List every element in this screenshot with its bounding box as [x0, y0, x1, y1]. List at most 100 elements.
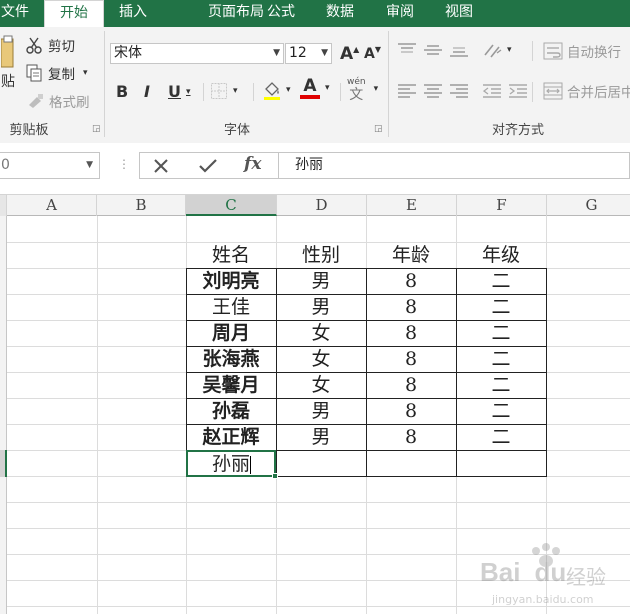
ribbon: 贴 剪切 复制 ▾ 格式刷 剪贴板 ◲ 宋体 ▼ 12 ▼ A ▲ A ▼ B … [0, 27, 630, 144]
tab-home[interactable]: 开始 [44, 0, 104, 27]
format-painter-button[interactable]: 格式刷 [27, 91, 90, 111]
fill-handle[interactable] [272, 473, 278, 479]
baidu-watermark: Bai du 经验 jingyan.baidu.com [478, 543, 628, 611]
tab-insert[interactable]: 插入 [108, 0, 158, 27]
table-cell-age[interactable]: 8 [366, 373, 456, 398]
row-header-selected[interactable] [0, 450, 7, 477]
name-box[interactable]: 0 ▼ [0, 152, 100, 179]
table-cell-grade[interactable]: 二 [456, 347, 546, 372]
copy-icon [26, 64, 42, 82]
tab-review[interactable]: 审阅 [375, 0, 425, 27]
italic-button[interactable]: I [144, 82, 150, 101]
table-cell-age[interactable]: 8 [366, 295, 456, 320]
font-name-select[interactable]: 宋体 ▼ [110, 43, 284, 64]
table-cell-grade[interactable]: 二 [456, 269, 546, 294]
column-header-f[interactable]: F [457, 195, 547, 216]
underline-button[interactable]: U ▾ [168, 82, 191, 101]
tab-view[interactable]: 视图 [434, 0, 484, 27]
shrink-font-button[interactable]: A ▼ [364, 45, 381, 63]
table-cell-grade[interactable]: 二 [456, 373, 546, 398]
paste-button[interactable]: 贴 [0, 35, 18, 101]
column-header-b[interactable]: B [97, 195, 186, 216]
copy-dropdown-icon[interactable]: ▾ [83, 68, 88, 78]
align-bottom-button[interactable] [450, 43, 468, 57]
column-header-g[interactable]: G [547, 195, 630, 216]
table-cell-grade[interactable]: 二 [456, 321, 546, 346]
cancel-icon[interactable] [153, 158, 169, 174]
table-cell-name[interactable]: 周月 [186, 321, 276, 346]
select-all-corner[interactable] [0, 195, 7, 216]
name-box-dropdown-icon[interactable]: ▼ [86, 153, 93, 178]
row-headers[interactable] [0, 216, 7, 614]
table-cell-name[interactable]: 王佳 [186, 295, 276, 320]
wrap-text-button[interactable]: 自动换行 [543, 41, 621, 61]
cut-label: 剪切 [48, 39, 75, 55]
wrap-text-icon [543, 42, 563, 60]
group-divider [532, 41, 533, 61]
grow-font-button[interactable]: A ▲ [340, 44, 359, 64]
column-header-e[interactable]: E [367, 195, 457, 216]
table-header-grade[interactable]: 年级 [456, 243, 546, 268]
copy-label: 复制 [48, 67, 75, 83]
font-color-button[interactable]: A ▾ [300, 77, 330, 99]
table-cell-gender[interactable]: 男 [276, 269, 366, 294]
tab-data[interactable]: 数据 [315, 0, 365, 27]
align-right-button[interactable] [450, 84, 468, 98]
align-middle-button[interactable] [424, 43, 442, 57]
phonetic-guide-button[interactable]: wén 文 ▾ [347, 77, 378, 102]
enter-check-icon[interactable] [198, 158, 218, 174]
decrease-indent-button[interactable] [483, 84, 501, 98]
table-cell-name[interactable]: 孙磊 [186, 399, 276, 424]
column-header-d[interactable]: D [277, 195, 367, 216]
column-header-c[interactable]: C [186, 195, 277, 216]
table-header-name[interactable]: 姓名 [186, 243, 276, 268]
fill-color-button[interactable]: ▾ [262, 80, 291, 100]
table-header-age[interactable]: 年龄 [366, 243, 456, 268]
table-cell-name[interactable]: 张海燕 [186, 347, 276, 372]
table-cell-age[interactable]: 8 [366, 399, 456, 424]
column-header-a[interactable]: A [7, 195, 97, 216]
tab-file[interactable]: 文件 [0, 0, 36, 27]
table-cell-gender[interactable]: 男 [276, 425, 366, 450]
table-cell-grade[interactable]: 二 [456, 399, 546, 424]
table-cell-name[interactable]: 赵正辉 [186, 425, 276, 450]
orientation-button[interactable]: ▾ [483, 41, 512, 59]
table-cell-gender[interactable]: 女 [276, 373, 366, 398]
bold-button[interactable]: B [116, 82, 128, 101]
formula-input[interactable]: 孙丽 [279, 152, 630, 179]
table-cell-gender[interactable]: 女 [276, 347, 366, 372]
table-cell-age[interactable]: 8 [366, 425, 456, 450]
clipboard-icon [1, 35, 14, 68]
insert-function-button[interactable]: fx [244, 154, 261, 174]
clipboard-launcher-icon[interactable]: ◲ [92, 125, 101, 134]
table-cell-name[interactable]: 吴馨月 [186, 373, 276, 398]
align-top-button[interactable] [398, 43, 416, 57]
table-cell-age[interactable]: 8 [366, 269, 456, 294]
table-cell-age[interactable]: 8 [366, 347, 456, 372]
watermark-brand-part2: du [534, 557, 567, 587]
column-headers: A B C D E F G [0, 194, 630, 216]
table-cell-age[interactable]: 8 [366, 321, 456, 346]
font-size-select[interactable]: 12 ▼ [285, 43, 332, 64]
font-launcher-icon[interactable]: ◲ [374, 125, 383, 134]
tab-formulas[interactable]: 公式 [256, 0, 306, 27]
table-header-gender[interactable]: 性别 [276, 243, 366, 268]
increase-indent-icon [509, 84, 527, 98]
table-cell-grade[interactable]: 二 [456, 425, 546, 450]
align-left-button[interactable] [398, 84, 416, 98]
active-cell-selection[interactable] [186, 450, 276, 477]
table-cell-gender[interactable]: 男 [276, 399, 366, 424]
shrink-font-glyph: A [364, 46, 375, 62]
table-cell-name[interactable]: 刘明亮 [186, 269, 276, 294]
increase-indent-button[interactable] [509, 84, 527, 98]
table-cell-gender[interactable]: 女 [276, 321, 366, 346]
grow-font-caret-icon: ▲ [353, 44, 360, 54]
merge-center-button[interactable]: 合并后居中 [543, 81, 630, 101]
borders-button[interactable]: ▾ [210, 82, 238, 100]
table-cell-gender[interactable]: 男 [276, 295, 366, 320]
cut-button[interactable]: 剪切 [25, 35, 75, 55]
copy-button[interactable]: 复制 ▾ [25, 63, 88, 83]
name-box-value: 0 [1, 157, 10, 173]
table-cell-grade[interactable]: 二 [456, 295, 546, 320]
align-center-button[interactable] [424, 84, 442, 98]
